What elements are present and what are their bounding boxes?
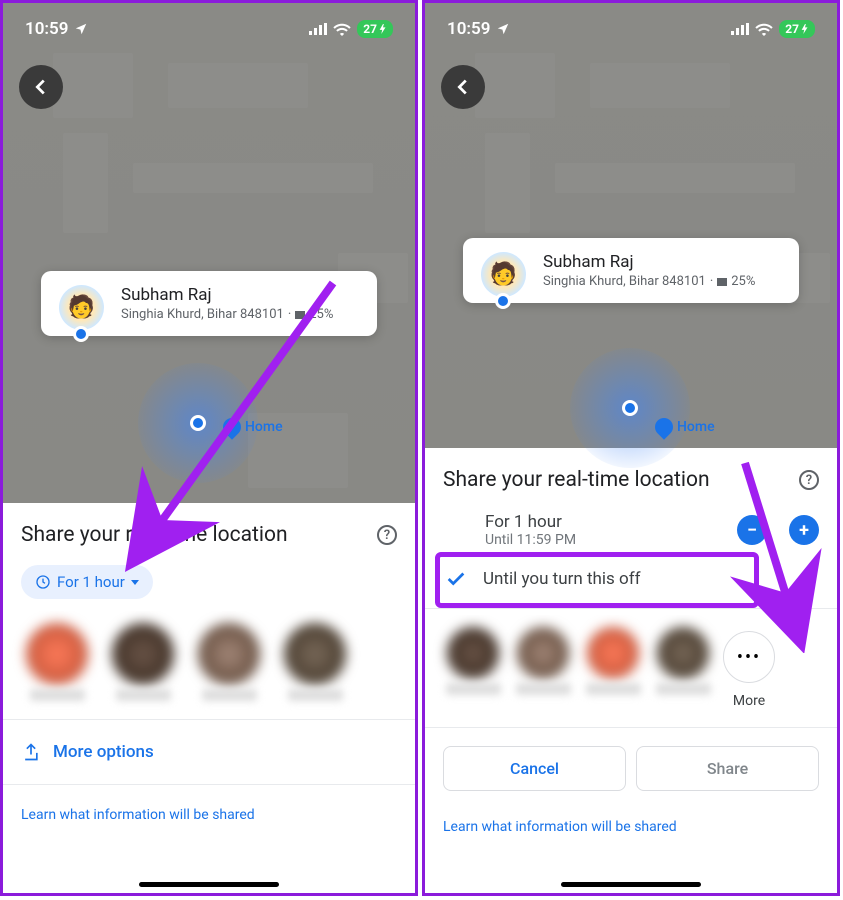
back-button[interactable] bbox=[441, 65, 485, 109]
home-marker[interactable]: Home bbox=[655, 418, 715, 436]
panel-title: Share your real-time location bbox=[443, 468, 710, 492]
help-icon[interactable]: ? bbox=[377, 525, 397, 545]
location-arrow-icon bbox=[496, 22, 510, 36]
contact-suggestion[interactable] bbox=[443, 627, 503, 695]
home-pin-icon bbox=[219, 414, 244, 439]
status-time: 10:59 bbox=[25, 19, 68, 39]
user-info-card[interactable]: 🧑 Subham Raj Singhia Khurd, Bihar 848101… bbox=[463, 238, 799, 303]
home-marker[interactable]: Home bbox=[223, 418, 283, 436]
user-location: Singhia Khurd, Bihar 848101 · 25% bbox=[543, 274, 785, 289]
current-location-marker bbox=[570, 348, 690, 468]
cellular-signal-icon bbox=[309, 23, 327, 35]
screenshot-left: 10:59 27 🧑 Subham Raj Singhia Khurd, Bih… bbox=[0, 0, 418, 896]
share-panel: Share your real-time location ? For 1 ho… bbox=[3, 503, 415, 893]
contacts-row: ••• More bbox=[425, 615, 837, 721]
more-options-button[interactable]: More options bbox=[3, 726, 415, 778]
user-avatar: 🧑 bbox=[59, 285, 104, 330]
duration-option-1hour[interactable]: For 1 hour Until 11:59 PM − + bbox=[443, 508, 819, 556]
battery-bar-icon bbox=[717, 278, 727, 286]
contact-suggestion[interactable] bbox=[107, 623, 179, 701]
contact-suggestion[interactable] bbox=[513, 627, 573, 695]
panel-title: Share your real-time location bbox=[21, 523, 288, 547]
contact-suggestion[interactable] bbox=[193, 623, 265, 701]
share-icon bbox=[21, 742, 41, 762]
wifi-icon bbox=[755, 23, 773, 36]
status-bar: 10:59 27 bbox=[3, 3, 415, 55]
battery-bar-icon bbox=[295, 311, 305, 319]
cancel-button[interactable]: Cancel bbox=[443, 746, 626, 791]
more-label: More bbox=[733, 693, 765, 709]
status-bar: 10:59 27 bbox=[425, 3, 837, 55]
contact-suggestion[interactable] bbox=[279, 623, 351, 701]
chevron-down-icon bbox=[131, 580, 139, 585]
user-info-card[interactable]: 🧑 Subham Raj Singhia Khurd, Bihar 848101… bbox=[41, 271, 377, 336]
battery-indicator: 27 bbox=[779, 20, 815, 38]
contact-suggestion[interactable] bbox=[653, 627, 713, 695]
status-time: 10:59 bbox=[447, 19, 490, 39]
user-name: Subham Raj bbox=[543, 252, 785, 272]
user-location: Singhia Khurd, Bihar 848101 · 25% bbox=[121, 307, 363, 322]
share-panel: Share your real-time location ? For 1 ho… bbox=[425, 448, 837, 893]
divider bbox=[3, 719, 415, 720]
wifi-icon bbox=[333, 23, 351, 36]
screenshot-right: 10:59 27 🧑 Subham Raj Singhia Khurd, Bih… bbox=[422, 0, 840, 896]
cellular-signal-icon bbox=[731, 23, 749, 35]
user-avatar: 🧑 bbox=[481, 252, 526, 297]
chevron-left-icon bbox=[30, 76, 52, 98]
user-name: Subham Raj bbox=[121, 285, 363, 305]
learn-info-link[interactable]: Learn what information will be shared bbox=[425, 803, 837, 843]
divider bbox=[425, 608, 837, 609]
battery-indicator: 27 bbox=[357, 20, 393, 38]
contact-suggestion[interactable] bbox=[583, 627, 643, 695]
back-button[interactable] bbox=[19, 65, 63, 109]
learn-info-link[interactable]: Learn what information will be shared bbox=[3, 791, 415, 831]
decrease-duration-button[interactable]: − bbox=[737, 515, 767, 545]
contacts-row bbox=[3, 611, 415, 713]
check-icon bbox=[443, 568, 469, 590]
help-icon[interactable]: ? bbox=[799, 470, 819, 490]
location-arrow-icon bbox=[74, 22, 88, 36]
chevron-left-icon bbox=[452, 76, 474, 98]
divider bbox=[425, 727, 837, 728]
duration-option-until-off[interactable]: Until you turn this off bbox=[443, 556, 819, 602]
contact-suggestion[interactable] bbox=[21, 623, 93, 701]
home-pin-icon bbox=[651, 414, 676, 439]
more-contacts-button[interactable]: ••• bbox=[723, 631, 775, 683]
home-indicator bbox=[561, 882, 701, 887]
duration-chip[interactable]: For 1 hour bbox=[21, 565, 153, 599]
clock-icon bbox=[35, 574, 51, 590]
home-indicator bbox=[139, 882, 279, 887]
divider bbox=[3, 784, 415, 785]
share-button[interactable]: Share bbox=[636, 746, 819, 791]
increase-duration-button[interactable]: + bbox=[789, 515, 819, 545]
